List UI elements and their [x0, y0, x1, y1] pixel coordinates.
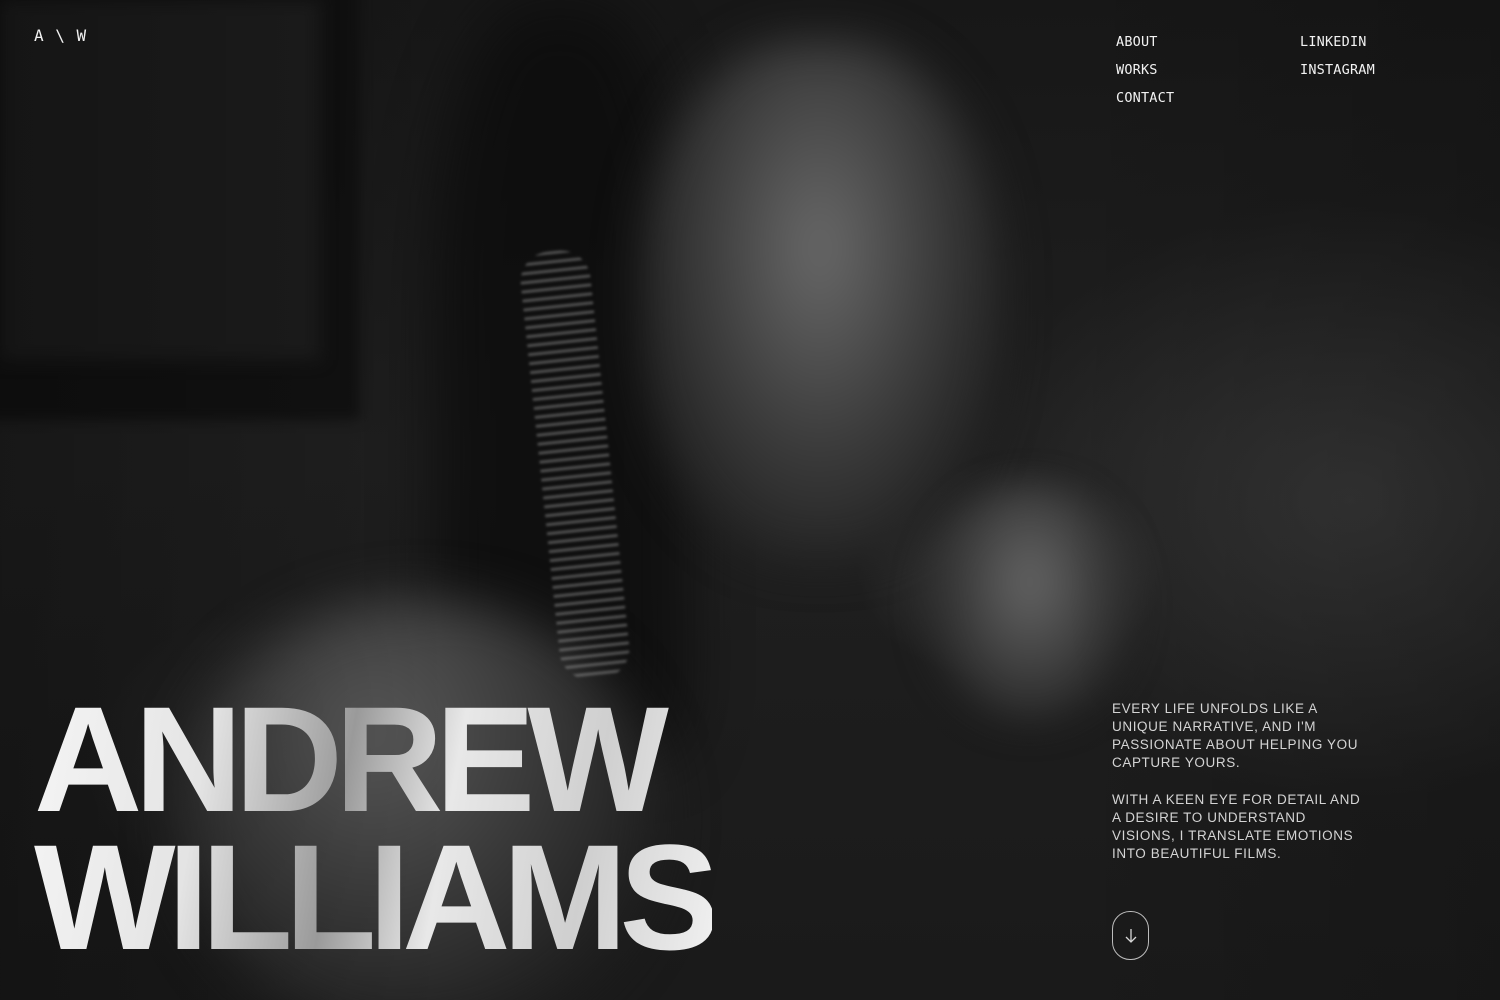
arrow-down-icon: [1125, 928, 1136, 943]
intro-paragraph-1: EVERY LIFE UNFOLDS LIKE A UNIQUE NARRATI…: [1112, 701, 1359, 770]
intro-text: EVERY LIFE UNFOLDS LIKE A UNIQUE NARRATI…: [1112, 700, 1372, 882]
hero-name: ANDREW WILLIAMS: [34, 690, 712, 966]
hero-last-name: WILLIAMS: [34, 813, 712, 981]
nav-link-about[interactable]: ABOUT: [1116, 28, 1174, 56]
site-logo[interactable]: A \ W: [34, 26, 87, 45]
nav-link-linkedin[interactable]: LINKEDIN: [1300, 28, 1375, 56]
nav-link-works[interactable]: WORKS: [1116, 56, 1174, 84]
hero-first-name: ANDREW: [34, 675, 661, 843]
nav-link-contact[interactable]: CONTACT: [1116, 84, 1174, 112]
intro-paragraph-2: WITH A KEEN EYE FOR DETAIL AND A DESIRE …: [1112, 792, 1361, 861]
social-nav: LINKEDIN INSTAGRAM: [1300, 28, 1375, 84]
nav-link-instagram[interactable]: INSTAGRAM: [1300, 56, 1375, 84]
scroll-down-button[interactable]: [1112, 911, 1149, 960]
main-nav: ABOUT WORKS CONTACT: [1116, 28, 1174, 112]
